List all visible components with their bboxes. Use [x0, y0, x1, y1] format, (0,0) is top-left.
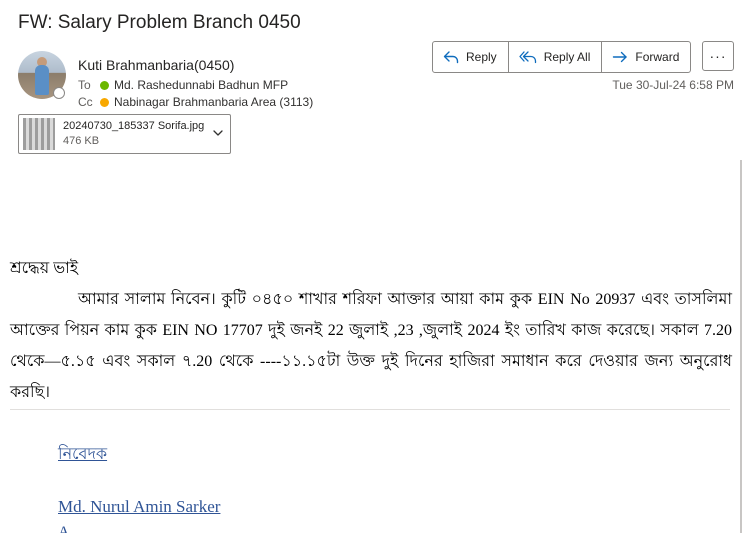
attachment-size: 476 KB	[63, 135, 100, 147]
attachment-thumbnail	[23, 118, 55, 150]
reply-arrow-icon	[443, 51, 459, 64]
email-subject: FW: Salary Problem Branch 0450	[18, 12, 301, 33]
body-paragraph: আমার সালাম নিবেন। কুটি ০৪৫০ শাখার শরিফা …	[10, 291, 732, 401]
more-actions-button[interactable]: ···	[702, 41, 734, 71]
chevron-down-icon[interactable]	[212, 127, 224, 139]
attachment-card[interactable]: 20240730_185337 Sorifa.jpg 476 KB	[18, 114, 231, 154]
reply-all-label: Reply All	[543, 50, 591, 64]
reply-all-button[interactable]: Reply All	[509, 42, 603, 72]
sender-name[interactable]: Kuti Brahmanbaria(0450)	[78, 57, 234, 73]
reply-all-icon	[519, 51, 536, 64]
cc-recipient[interactable]: Nabinagar Brahmanbaria Area (3113)	[114, 95, 313, 109]
reply-actions: Reply Reply All Forward	[432, 41, 692, 73]
signature-next-line[interactable]: A	[58, 524, 70, 533]
body-greeting: শ্রদ্ধেয় ভাই	[10, 260, 79, 277]
presence-available-icon	[100, 80, 109, 90]
avatar-body	[35, 65, 49, 95]
signature-label-link[interactable]: নিবেদক	[58, 441, 107, 468]
to-recipient[interactable]: Md. Rashedunnabi Badhun MFP	[114, 78, 288, 92]
presence-status-icon	[53, 87, 65, 99]
forward-label: Forward	[635, 50, 680, 64]
to-label: To	[78, 78, 91, 92]
email-timestamp: Tue 30-Jul-24 6:58 PM	[612, 78, 734, 92]
attachment-filename: 20240730_185337 Sorifa.jpg	[63, 120, 205, 132]
divider	[10, 409, 730, 410]
reply-button[interactable]: Reply	[433, 42, 509, 72]
presence-away-icon	[100, 97, 109, 107]
email-reading-pane: FW: Salary Problem Branch 0450 Kuti Brah…	[0, 0, 742, 533]
signature-name-link[interactable]: Md. Nurul Amin Sarker	[58, 497, 220, 517]
forward-arrow-icon	[613, 51, 628, 63]
reply-label: Reply	[466, 50, 497, 64]
attachment-info: 20240730_185337 Sorifa.jpg 476 KB	[63, 119, 204, 149]
forward-button[interactable]: Forward	[602, 42, 690, 72]
cc-label: Cc	[78, 95, 93, 109]
cc-row: Cc Nabinagar Brahmanbaria Area (3113)	[78, 95, 313, 109]
to-row: To Md. Rashedunnabi Badhun MFP	[78, 78, 288, 92]
